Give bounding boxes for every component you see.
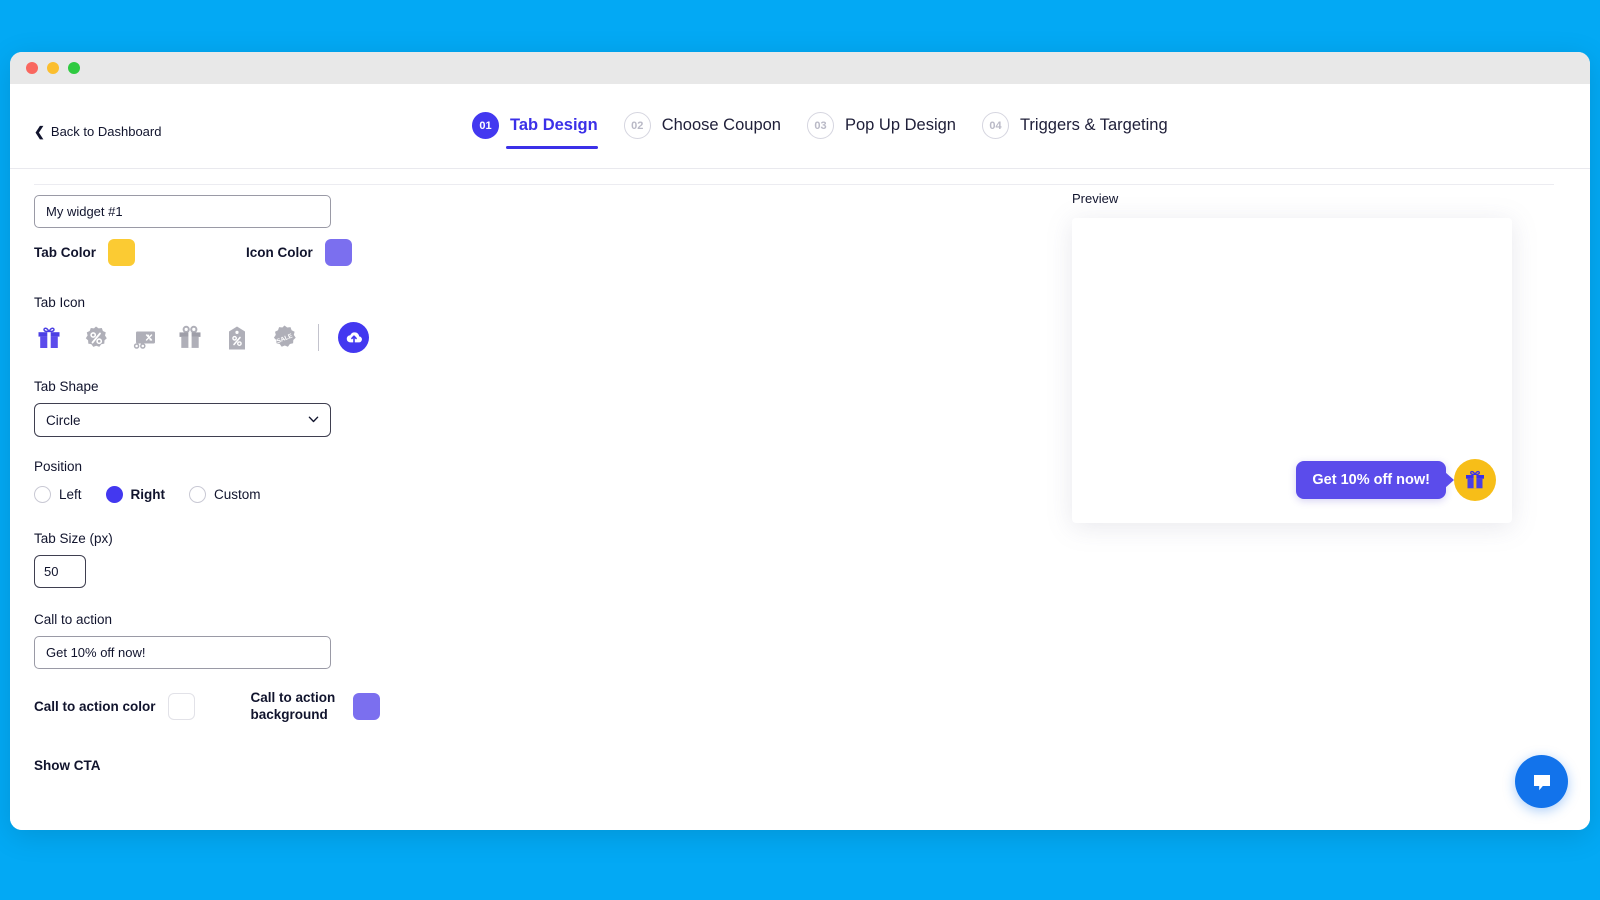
icon-list-divider (318, 324, 319, 351)
position-section: Position Left Right Custom (34, 459, 454, 503)
step-triggers-targeting[interactable]: 04 Triggers & Targeting (981, 112, 1181, 149)
tab-icon-label: Tab Icon (34, 295, 86, 310)
preview-cta-text: Get 10% off now! (1312, 472, 1430, 488)
tab-icon-section: Tab Icon SALE (34, 295, 454, 353)
show-cta-label: Show CTA (34, 758, 101, 773)
back-to-dashboard-label: Back to Dashboard (50, 124, 162, 139)
step-number-badge: 03 (806, 112, 834, 139)
tab-color-swatch[interactable] (108, 239, 135, 266)
preview-title: Preview (1072, 191, 1119, 206)
tab-shape-select[interactable]: CircleSquareRectangleRounded (34, 403, 331, 437)
step-label: Pop Up Design (844, 116, 956, 134)
preview-widget-tab: Get 10% off now! (1296, 459, 1496, 501)
icon-color-label: Icon Color (246, 245, 313, 260)
step-label: Tab Design (510, 116, 598, 134)
cta-color-row: Call to action color Call to action back… (34, 689, 464, 723)
price-tag-percent-icon[interactable] (222, 323, 252, 353)
position-option-label: Right (130, 487, 166, 502)
cta-color-group: Call to action color (34, 692, 195, 720)
position-radio-left[interactable]: Left (34, 486, 82, 503)
gift-ribbon-icon (1466, 470, 1484, 489)
preview-tab-circle-button[interactable] (1454, 459, 1496, 501)
cta-color-swatch[interactable] (167, 692, 195, 720)
cta-background-label: Call to action background (250, 690, 336, 722)
preview-canvas: Get 10% off now! (1072, 218, 1512, 523)
tab-shape-section: Tab Shape CircleSquareRectangleRounded (34, 379, 454, 437)
step-number-badge: 04 (981, 112, 1009, 139)
gift-ribbon-icon[interactable] (34, 323, 64, 353)
step-popup-design[interactable]: 03 Pop Up Design (806, 112, 969, 149)
app-header: ❮ Back to Dashboard 01 Tab Design 02 Cho… (10, 84, 1590, 169)
window-close-button[interactable] (26, 62, 38, 74)
scissors-coupon-icon[interactable] (128, 323, 158, 353)
icon-color-swatch[interactable] (324, 239, 352, 266)
step-number-badge: 01 (472, 112, 499, 139)
window-maximize-button[interactable] (68, 62, 80, 74)
browser-window: ❮ Back to Dashboard 01 Tab Design 02 Cho… (10, 52, 1590, 830)
step-label: Choose Coupon (661, 116, 781, 134)
widget-name-field-group (34, 195, 331, 228)
sale-badge-icon[interactable]: SALE (269, 323, 299, 353)
gift-box-icon[interactable] (175, 323, 205, 353)
position-radio-custom[interactable]: Custom (189, 486, 261, 503)
wizard-stepper: 01 Tab Design 02 Choose Coupon 03 Pop Up… (472, 112, 1181, 149)
radio-circle-icon (189, 486, 207, 503)
step-choose-coupon[interactable]: 02 Choose Coupon (623, 112, 794, 149)
back-to-dashboard-link[interactable]: ❮ Back to Dashboard (34, 124, 161, 139)
show-cta-section: Show CTA (34, 757, 101, 775)
cta-background-swatch[interactable] (352, 692, 380, 720)
tab-shape-select-wrapper: CircleSquareRectangleRounded (34, 403, 331, 437)
section-divider (34, 184, 1554, 185)
tab-size-input[interactable] (34, 555, 86, 588)
tab-color-group: Tab Color (34, 239, 135, 266)
percent-badge-icon[interactable] (81, 323, 111, 353)
chevron-left-icon: ❮ (34, 124, 45, 139)
icon-color-group: Icon Color (246, 239, 352, 266)
radio-circle-icon (34, 486, 51, 503)
window-minimize-button[interactable] (47, 62, 59, 74)
position-option-label: Left (59, 487, 82, 502)
app-root: ❮ Back to Dashboard 01 Tab Design 02 Cho… (10, 84, 1590, 830)
radio-circle-icon (105, 486, 123, 503)
tab-shape-label: Tab Shape (34, 379, 99, 394)
tab-color-label: Tab Color (34, 245, 96, 260)
step-tab-design[interactable]: 01 Tab Design (472, 112, 611, 149)
call-to-action-label: Call to action (34, 612, 113, 627)
step-label: Triggers & Targeting (1019, 116, 1168, 134)
position-option-label: Custom (214, 487, 261, 502)
call-to-action-section: Call to action (34, 612, 454, 669)
content-area: Tab Color Icon Color Tab Icon (10, 169, 1590, 830)
cta-color-label: Call to action color (34, 698, 156, 714)
call-to-action-input[interactable] (34, 636, 331, 669)
preview-cta-bubble[interactable]: Get 10% off now! (1296, 461, 1454, 499)
cloud-upload-icon[interactable] (338, 322, 369, 353)
tab-icon-choices: SALE (34, 322, 454, 353)
color-pickers-row: Tab Color Icon Color (34, 239, 454, 266)
tab-size-section: Tab Size (px) (34, 531, 454, 588)
window-titlebar (10, 52, 1590, 84)
chat-bubble-icon (1533, 774, 1550, 790)
tab-size-label: Tab Size (px) (34, 531, 113, 546)
position-radio-group: Left Right Custom (34, 486, 454, 503)
widget-name-input[interactable] (34, 195, 331, 228)
cta-background-group: Call to action background (251, 689, 380, 723)
position-radio-right[interactable]: Right (105, 486, 166, 503)
position-label: Position (34, 459, 83, 474)
preview-panel: Preview Get 10% off now! (1072, 191, 1522, 523)
chat-support-button[interactable] (1515, 755, 1568, 808)
step-number-badge: 02 (623, 112, 651, 139)
